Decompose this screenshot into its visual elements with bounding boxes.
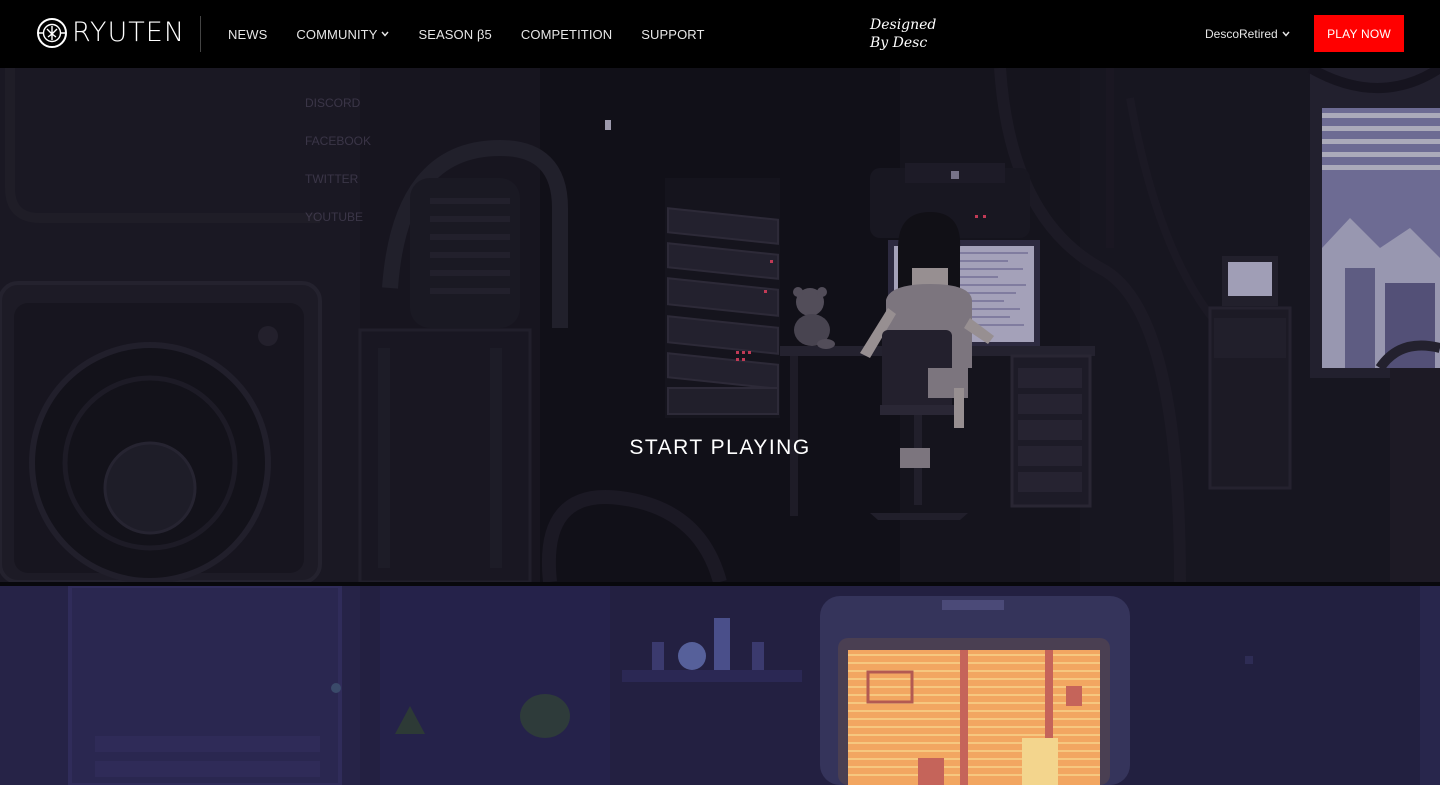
youtube-link[interactable]: YOUTUBE xyxy=(305,210,371,224)
credit-line-2: By Desc xyxy=(870,35,928,51)
play-now-button[interactable]: PLAY NOW xyxy=(1314,15,1404,52)
nav-item-news[interactable]: NEWS xyxy=(228,27,267,42)
facebook-link[interactable]: FACEBOOK xyxy=(305,134,371,148)
main-nav: NEWS COMMUNITY SEASON β5 COMPETITION SUP… xyxy=(228,0,734,68)
nav-item-label: NEWS xyxy=(228,26,268,42)
secondary-illustration xyxy=(0,586,1440,785)
header-divider xyxy=(200,16,201,52)
nav-item-community[interactable]: COMMUNITY xyxy=(296,26,390,42)
nav-item-competition[interactable]: COMPETITION xyxy=(521,27,612,42)
hero-section: DISCORD FACEBOOK TWITTER YOUTUBE START P… xyxy=(0,68,1440,582)
user-menu[interactable]: DescoRetired xyxy=(1205,0,1290,68)
ryuten-emblem-icon xyxy=(37,18,67,48)
brand-logo[interactable]: RYUTEN xyxy=(36,16,185,50)
start-playing-link[interactable]: START PLAYING xyxy=(0,436,1440,460)
nav-item-label: SUPPORT xyxy=(641,26,705,42)
nav-item-support[interactable]: SUPPORT xyxy=(641,27,704,42)
chevron-down-icon xyxy=(1282,31,1290,37)
chevron-down-icon xyxy=(381,31,390,37)
nav-item-label: SEASON β5 xyxy=(418,26,492,42)
brand-name: RYUTEN xyxy=(72,17,186,48)
nav-item-label: COMPETITION xyxy=(520,26,613,42)
hero-overlay xyxy=(0,68,1440,582)
designer-credit: Designed By Desc xyxy=(870,16,936,52)
nav-item-season[interactable]: SEASON β5 xyxy=(418,27,491,42)
credit-line-1: Designed xyxy=(870,17,937,33)
nav-item-label: COMMUNITY xyxy=(296,26,378,42)
social-links-faded: DISCORD FACEBOOK TWITTER YOUTUBE xyxy=(305,96,371,248)
username: DescoRetired xyxy=(1205,27,1278,41)
site-header: RYUTEN NEWS COMMUNITY SEASON β5 COMPETIT… xyxy=(0,0,1440,68)
secondary-scene xyxy=(0,586,1440,785)
twitter-link[interactable]: TWITTER xyxy=(305,172,371,186)
discord-link[interactable]: DISCORD xyxy=(305,96,371,110)
